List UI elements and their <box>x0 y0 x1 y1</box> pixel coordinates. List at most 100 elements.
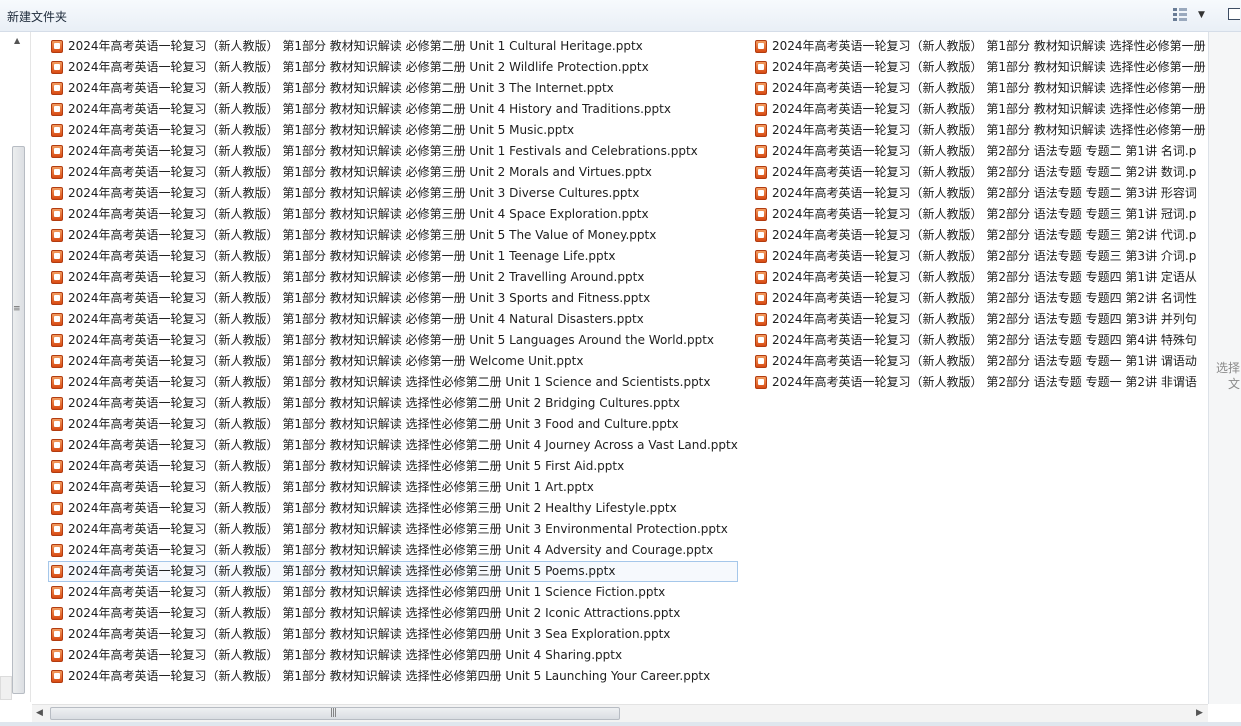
file-item[interactable]: 2024年高考英语一轮复习（新人教版） 第1部分 教材知识解读 选择性必修第一册 <box>752 57 1208 78</box>
pptx-file-icon <box>755 250 767 263</box>
file-name: 2024年高考英语一轮复习（新人教版） 第1部分 教材知识解读 必修第二册 Un… <box>68 81 614 95</box>
chevron-down-icon[interactable]: ▼ <box>1198 10 1205 20</box>
new-folder-button[interactable]: 新建文件夹 <box>7 8 67 25</box>
file-name: 2024年高考英语一轮复习（新人教版） 第1部分 教材知识解读 必修第二册 Un… <box>68 123 575 137</box>
pptx-file-icon <box>755 82 767 95</box>
file-item[interactable]: 2024年高考英语一轮复习（新人教版） 第1部分 教材知识解读 选择性必修第二册… <box>48 372 738 393</box>
file-item[interactable]: 2024年高考英语一轮复习（新人教版） 第1部分 教材知识解读 必修第三册 Un… <box>48 141 738 162</box>
file-item[interactable]: 2024年高考英语一轮复习（新人教版） 第1部分 教材知识解读 必修第一册 Un… <box>48 309 738 330</box>
pptx-file-icon <box>51 628 63 641</box>
file-item[interactable]: 2024年高考英语一轮复习（新人教版） 第1部分 教材知识解读 选择性必修第一册 <box>752 99 1208 120</box>
file-name: 2024年高考英语一轮复习（新人教版） 第1部分 教材知识解读 选择性必修第一册 <box>772 102 1206 116</box>
file-item[interactable]: 2024年高考英语一轮复习（新人教版） 第2部分 语法专题 专题四 第3讲 并列… <box>752 309 1208 330</box>
file-item[interactable]: 2024年高考英语一轮复习（新人教版） 第1部分 教材知识解读 必修第三册 Un… <box>48 225 738 246</box>
file-item[interactable]: 2024年高考英语一轮复习（新人教版） 第2部分 语法专题 专题四 第2讲 名词… <box>752 288 1208 309</box>
file-name: 2024年高考英语一轮复习（新人教版） 第2部分 语法专题 专题三 第3讲 介词… <box>772 249 1197 263</box>
scroll-up-icon[interactable]: ▲ <box>14 36 20 45</box>
file-name: 2024年高考英语一轮复习（新人教版） 第2部分 语法专题 专题一 第2讲 非谓… <box>772 375 1197 389</box>
file-name: 2024年高考英语一轮复习（新人教版） 第2部分 语法专题 专题四 第1讲 定语… <box>772 270 1197 284</box>
file-name: 2024年高考英语一轮复习（新人教版） 第2部分 语法专题 专题四 第4讲 特殊… <box>772 333 1197 347</box>
file-item[interactable]: 2024年高考英语一轮复习（新人教版） 第1部分 教材知识解读 选择性必修第四册… <box>48 645 738 666</box>
pptx-file-icon <box>51 40 63 53</box>
pptx-file-icon <box>51 229 63 242</box>
pptx-file-icon <box>755 355 767 368</box>
file-item[interactable]: 2024年高考英语一轮复习（新人教版） 第1部分 教材知识解读 选择性必修第二册… <box>48 393 738 414</box>
pptx-file-icon <box>51 145 63 158</box>
file-name: 2024年高考英语一轮复习（新人教版） 第1部分 教材知识解读 选择性必修第四册… <box>68 627 671 641</box>
preview-pane-icon[interactable] <box>1228 8 1240 20</box>
file-item[interactable]: 2024年高考英语一轮复习（新人教版） 第1部分 教材知识解读 必修第一册 Un… <box>48 288 738 309</box>
window-bottom-edge <box>0 722 1241 726</box>
file-item[interactable]: 2024年高考英语一轮复习（新人教版） 第1部分 教材知识解读 选择性必修第四册… <box>48 582 738 603</box>
file-item[interactable]: 2024年高考英语一轮复习（新人教版） 第2部分 语法专题 专题三 第3讲 介词… <box>752 246 1208 267</box>
file-item[interactable]: 2024年高考英语一轮复习（新人教版） 第1部分 教材知识解读 选择性必修第二册… <box>48 435 738 456</box>
file-name: 2024年高考英语一轮复习（新人教版） 第1部分 教材知识解读 必修第二册 Un… <box>68 102 671 116</box>
file-item[interactable]: 2024年高考英语一轮复习（新人教版） 第1部分 教材知识解读 必修第三册 Un… <box>48 204 738 225</box>
pptx-file-icon <box>755 124 767 137</box>
scrollbar-thumb[interactable] <box>12 146 25 694</box>
file-item[interactable]: 2024年高考英语一轮复习（新人教版） 第1部分 教材知识解读 选择性必修第二册… <box>48 456 738 477</box>
pptx-file-icon <box>755 313 767 326</box>
file-item[interactable]: 2024年高考英语一轮复习（新人教版） 第2部分 语法专题 专题四 第1讲 定语… <box>752 267 1208 288</box>
file-item[interactable]: 2024年高考英语一轮复习（新人教版） 第1部分 教材知识解读 必修第三册 Un… <box>48 162 738 183</box>
scroll-left-icon[interactable]: ◀ <box>36 708 43 718</box>
file-item[interactable]: 2024年高考英语一轮复习（新人教版） 第1部分 教材知识解读 选择性必修第二册… <box>48 414 738 435</box>
file-item[interactable]: 2024年高考英语一轮复习（新人教版） 第1部分 教材知识解读 必修第二册 Un… <box>48 57 738 78</box>
file-name: 2024年高考英语一轮复习（新人教版） 第1部分 教材知识解读 选择性必修第一册 <box>772 39 1206 53</box>
file-item[interactable]: 2024年高考英语一轮复习（新人教版） 第1部分 教材知识解读 必修第一册 Un… <box>48 267 738 288</box>
file-item[interactable]: 2024年高考英语一轮复习（新人教版） 第1部分 教材知识解读 选择性必修第四册… <box>48 624 738 645</box>
file-name: 2024年高考英语一轮复习（新人教版） 第1部分 教材知识解读 选择性必修第三册… <box>68 480 594 494</box>
file-item[interactable]: 2024年高考英语一轮复习（新人教版） 第1部分 教材知识解读 选择性必修第四册… <box>48 666 738 687</box>
grip-icon: ≡ <box>13 304 21 314</box>
file-item[interactable]: 2024年高考英语一轮复习（新人教版） 第2部分 语法专题 专题三 第1讲 冠词… <box>752 204 1208 225</box>
pptx-file-icon <box>51 103 63 116</box>
file-item[interactable]: 2024年高考英语一轮复习（新人教版） 第1部分 教材知识解读 必修第二册 Un… <box>48 99 738 120</box>
file-item[interactable]: 2024年高考英语一轮复习（新人教版） 第2部分 语法专题 专题三 第2讲 代词… <box>752 225 1208 246</box>
pptx-file-icon <box>51 397 63 410</box>
file-item[interactable]: 2024年高考英语一轮复习（新人教版） 第1部分 教材知识解读 选择性必修第三册… <box>48 561 738 582</box>
file-item[interactable]: 2024年高考英语一轮复习（新人教版） 第1部分 教材知识解读 必修第一册 Un… <box>48 330 738 351</box>
file-item[interactable]: 2024年高考英语一轮复习（新人教版） 第1部分 教材知识解读 选择性必修第一册 <box>752 78 1208 99</box>
file-item[interactable]: 2024年高考英语一轮复习（新人教版） 第1部分 教材知识解读 必修第一册 Un… <box>48 246 738 267</box>
pptx-file-icon <box>755 187 767 200</box>
file-item[interactable]: 2024年高考英语一轮复习（新人教版） 第2部分 语法专题 专题二 第1讲 名词… <box>752 141 1208 162</box>
pptx-file-icon <box>755 208 767 221</box>
file-item[interactable]: 2024年高考英语一轮复习（新人教版） 第1部分 教材知识解读 选择性必修第三册… <box>48 498 738 519</box>
pptx-file-icon <box>51 565 63 578</box>
file-name: 2024年高考英语一轮复习（新人教版） 第1部分 教材知识解读 选择性必修第四册… <box>68 585 666 599</box>
file-item[interactable]: 2024年高考英语一轮复习（新人教版） 第1部分 教材知识解读 必修第二册 Un… <box>48 36 738 57</box>
pptx-file-icon <box>51 481 63 494</box>
view-grid-icon[interactable] <box>1172 7 1190 23</box>
file-item[interactable]: 2024年高考英语一轮复习（新人教版） 第2部分 语法专题 专题二 第3讲 形容… <box>752 183 1208 204</box>
file-item[interactable]: 2024年高考英语一轮复习（新人教版） 第1部分 教材知识解读 选择性必修第三册… <box>48 540 738 561</box>
file-name: 2024年高考英语一轮复习（新人教版） 第2部分 语法专题 专题二 第1讲 名词… <box>772 144 1197 158</box>
horizontal-scrollbar[interactable]: ◀ ||| ▶ <box>32 704 1208 722</box>
file-name: 2024年高考英语一轮复习（新人教版） 第1部分 教材知识解读 必修第一册 Un… <box>68 291 651 305</box>
file-name: 2024年高考英语一轮复习（新人教版） 第1部分 教材知识解读 选择性必修第二册… <box>68 375 711 389</box>
pptx-file-icon <box>755 292 767 305</box>
file-name: 2024年高考英语一轮复习（新人教版） 第1部分 教材知识解读 必修第一册 Un… <box>68 270 645 284</box>
pptx-file-icon <box>755 61 767 74</box>
file-item[interactable]: 2024年高考英语一轮复习（新人教版） 第2部分 语法专题 专题四 第4讲 特殊… <box>752 330 1208 351</box>
scroll-right-icon[interactable]: ▶ <box>1196 708 1203 718</box>
file-item[interactable]: 2024年高考英语一轮复习（新人教版） 第1部分 教材知识解读 必修第一册 We… <box>48 351 738 372</box>
file-item[interactable]: 2024年高考英语一轮复习（新人教版） 第1部分 教材知识解读 选择性必修第一册 <box>752 120 1208 141</box>
file-item[interactable]: 2024年高考英语一轮复习（新人教版） 第2部分 语法专题 专题一 第2讲 非谓… <box>752 372 1208 393</box>
file-item[interactable]: 2024年高考英语一轮复习（新人教版） 第1部分 教材知识解读 选择性必修第三册… <box>48 477 738 498</box>
file-item[interactable]: 2024年高考英语一轮复习（新人教版） 第1部分 教材知识解读 必修第二册 Un… <box>48 78 738 99</box>
file-item[interactable]: 2024年高考英语一轮复习（新人教版） 第2部分 语法专题 专题一 第1讲 谓语… <box>752 351 1208 372</box>
file-item[interactable]: 2024年高考英语一轮复习（新人教版） 第1部分 教材知识解读 选择性必修第一册 <box>752 36 1208 57</box>
pptx-file-icon <box>755 166 767 179</box>
file-item[interactable]: 2024年高考英语一轮复习（新人教版） 第1部分 教材知识解读 选择性必修第四册… <box>48 603 738 624</box>
file-name: 2024年高考英语一轮复习（新人教版） 第1部分 教材知识解读 选择性必修第一册 <box>772 60 1206 74</box>
file-item[interactable]: 2024年高考英语一轮复习（新人教版） 第1部分 教材知识解读 必修第二册 Un… <box>48 120 738 141</box>
file-item[interactable]: 2024年高考英语一轮复习（新人教版） 第1部分 教材知识解读 选择性必修第三册… <box>48 519 738 540</box>
navigation-scrollbar[interactable]: ▲ ≡ <box>10 36 27 700</box>
file-name: 2024年高考英语一轮复习（新人教版） 第1部分 教材知识解读 选择性必修第二册… <box>68 417 679 431</box>
file-item[interactable]: 2024年高考英语一轮复习（新人教版） 第2部分 语法专题 专题二 第2讲 数词… <box>752 162 1208 183</box>
navigation-pane-edge <box>0 676 12 700</box>
file-name: 2024年高考英语一轮复习（新人教版） 第1部分 教材知识解读 选择性必修第一册 <box>772 123 1206 137</box>
pptx-file-icon <box>51 418 63 431</box>
file-item[interactable]: 2024年高考英语一轮复习（新人教版） 第1部分 教材知识解读 必修第三册 Un… <box>48 183 738 204</box>
file-column-2: 2024年高考英语一轮复习（新人教版） 第1部分 教材知识解读 选择性必修第一册… <box>752 36 1208 393</box>
